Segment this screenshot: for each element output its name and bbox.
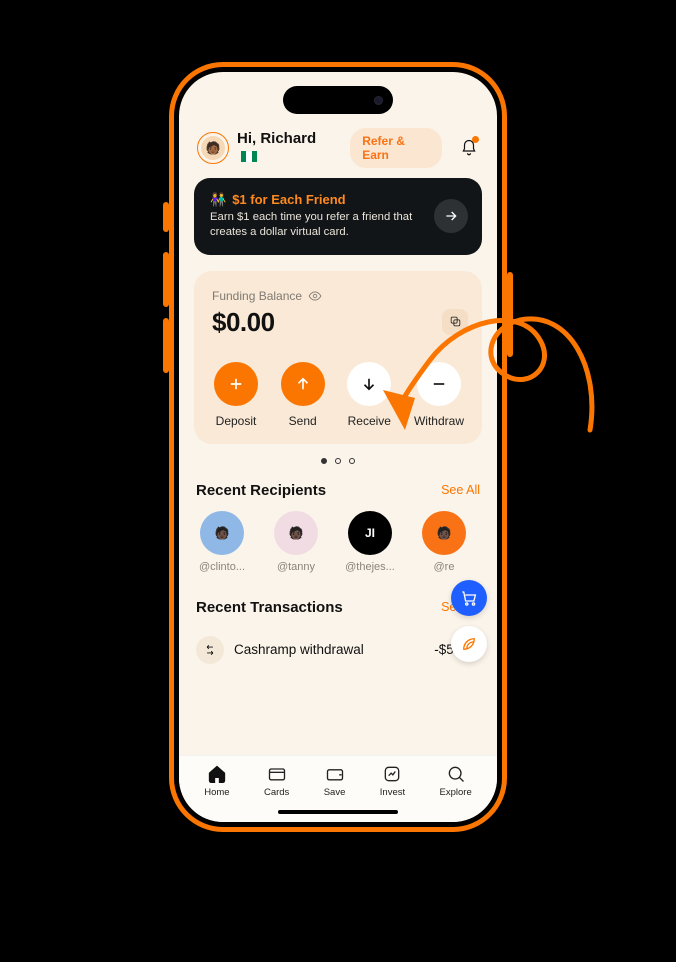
deposit-button[interactable]: Deposit <box>214 362 258 428</box>
recipient-handle: @tanny <box>277 561 315 573</box>
power-button <box>507 272 513 357</box>
bottom-nav: Home Cards Save Invest Explore <box>179 755 497 802</box>
eye-icon[interactable] <box>308 289 322 303</box>
nav-cards-label: Cards <box>264 787 289 798</box>
greeting-wrap: Hi, Richard <box>237 130 334 166</box>
recipients-row: 🧑🏿 @clinto... 🧑🏿 @tanny JI @thejes... 🧑🏿 @re <box>194 511 482 573</box>
recipients-title: Recent Recipients <box>196 482 326 499</box>
withdraw-button[interactable]: Withdraw <box>414 362 464 428</box>
greeting-text: Hi, Richard <box>237 130 316 147</box>
transaction-icon-wrap <box>196 636 224 664</box>
send-label: Send <box>289 414 317 428</box>
exchange-icon <box>203 643 217 657</box>
nav-explore-label: Explore <box>440 787 472 798</box>
copy-button[interactable] <box>442 309 468 335</box>
nav-home-label: Home <box>204 787 229 798</box>
cart-icon <box>460 589 478 607</box>
arrow-right-icon <box>443 208 459 224</box>
promo-subtitle: Earn $1 each time you refer a friend tha… <box>210 210 426 241</box>
transactions-title: Recent Transactions <box>196 599 343 616</box>
recipients-see-all[interactable]: See All <box>441 483 480 497</box>
dynamic-island <box>283 86 393 114</box>
front-camera <box>374 96 383 105</box>
recipient-item[interactable]: JI @thejes... <box>344 511 396 573</box>
transaction-title: Cashramp withdrawal <box>234 642 424 657</box>
app-screen: 🧑🏾 Hi, Richard Refer & Earn <box>179 72 497 822</box>
recipient-handle: @thejes... <box>345 561 395 573</box>
copy-icon <box>449 315 462 328</box>
transactions-header: Recent Transactions See All <box>196 599 480 616</box>
receive-button[interactable]: Receive <box>347 362 391 428</box>
recipient-avatar: 🧑🏿 <box>274 511 318 555</box>
balance-label: Funding Balance <box>212 289 466 303</box>
plus-icon <box>227 375 245 393</box>
profile-avatar[interactable]: 🧑🏾 <box>197 132 229 164</box>
recipient-handle: @re <box>434 561 455 573</box>
volume-down-button <box>163 318 169 373</box>
promo-arrow-button[interactable] <box>434 199 468 233</box>
recipient-handle: @clinto... <box>199 561 245 573</box>
minus-icon <box>430 375 448 393</box>
deposit-label: Deposit <box>216 414 257 428</box>
balance-amount: $0.00 <box>212 307 466 338</box>
nav-save[interactable]: Save <box>324 764 346 798</box>
nav-invest-label: Invest <box>380 787 405 798</box>
volume-up-button <box>163 252 169 307</box>
recipient-avatar: 🧑🏿 <box>422 511 466 555</box>
page-indicator <box>194 458 482 464</box>
wallet-icon <box>325 764 345 784</box>
cards-icon <box>267 764 287 784</box>
leaf-fab[interactable] <box>451 626 487 662</box>
nav-invest[interactable]: Invest <box>380 764 405 798</box>
home-icon <box>207 764 227 784</box>
arrow-up-icon <box>294 375 312 393</box>
arrow-down-icon <box>360 375 378 393</box>
nav-home[interactable]: Home <box>204 764 229 798</box>
refer-and-earn-button[interactable]: Refer & Earn <box>350 128 442 168</box>
notification-dot <box>472 136 479 143</box>
avatar-image: 🧑🏾 <box>201 136 225 160</box>
country-flag-nigeria <box>241 151 257 162</box>
recipient-item[interactable]: 🧑🏿 @re <box>418 511 470 573</box>
recipients-header: Recent Recipients See All <box>196 482 480 499</box>
recipient-item[interactable]: 🧑🏿 @clinto... <box>196 511 248 573</box>
phone-frame: 🧑🏾 Hi, Richard Refer & Earn <box>169 62 507 832</box>
friends-emoji-icon: 👫 <box>210 192 226 207</box>
receive-label: Receive <box>348 414 391 428</box>
recipient-avatar: JI <box>348 511 392 555</box>
volume-button <box>163 202 169 232</box>
explore-icon <box>446 764 466 784</box>
promo-banner[interactable]: 👫$1 for Each Friend Earn $1 each time yo… <box>194 178 482 255</box>
transaction-row[interactable]: Cashramp withdrawal -$50.00 <box>194 628 482 664</box>
leaf-icon <box>460 635 478 653</box>
app-header: 🧑🏾 Hi, Richard Refer & Earn <box>179 120 497 178</box>
balance-card: Funding Balance $0.00 Deposit <box>194 271 482 444</box>
nav-cards[interactable]: Cards <box>264 764 289 798</box>
home-indicator <box>179 802 497 822</box>
notifications-button[interactable] <box>458 137 479 159</box>
withdraw-label: Withdraw <box>414 414 464 428</box>
promo-title: 👫$1 for Each Friend <box>210 192 426 208</box>
recipient-avatar: 🧑🏿 <box>200 511 244 555</box>
cart-fab[interactable] <box>451 580 487 616</box>
send-button[interactable]: Send <box>281 362 325 428</box>
invest-icon <box>382 764 402 784</box>
nav-explore[interactable]: Explore <box>440 764 472 798</box>
recipient-item[interactable]: 🧑🏿 @tanny <box>270 511 322 573</box>
nav-save-label: Save <box>324 787 346 798</box>
